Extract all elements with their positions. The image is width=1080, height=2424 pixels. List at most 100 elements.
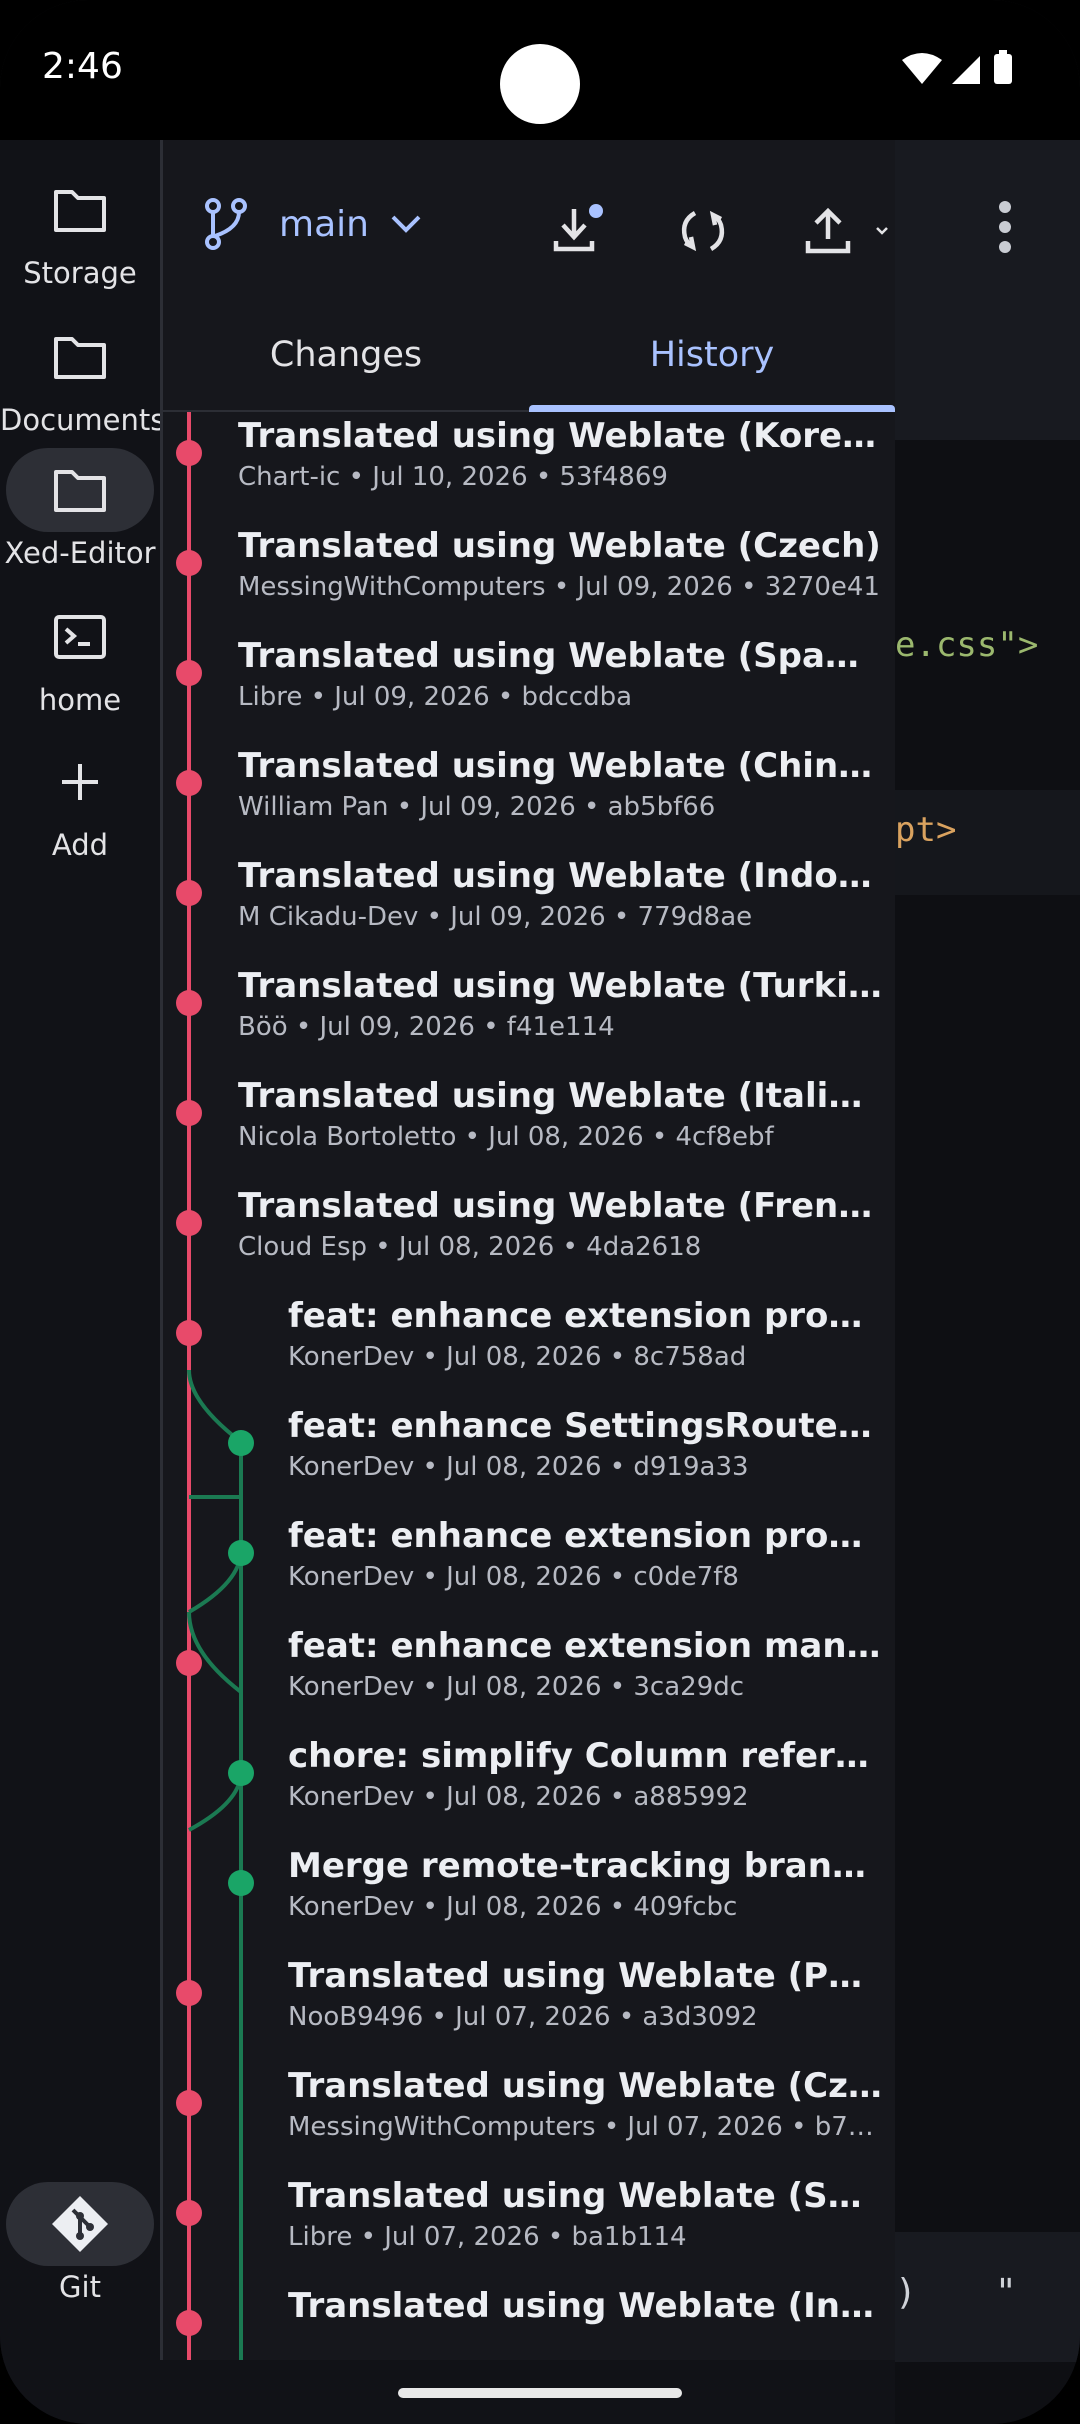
extra-key[interactable]: ) — [895, 2272, 917, 2313]
commit-row[interactable]: feat: enhance extension managem... KonerD… — [288, 1626, 883, 1736]
commit-node — [176, 2200, 202, 2226]
rail-item-home[interactable]: home — [0, 595, 160, 717]
push-button[interactable] — [793, 196, 863, 266]
commit-title: feat: enhance extension progress U... — [288, 1296, 883, 1336]
rail-item-git[interactable]: Git — [0, 2182, 160, 2304]
chevron-down-icon — [876, 227, 888, 235]
commit-title: Translated using Weblate (Spanish) — [238, 636, 883, 676]
commit-node — [176, 990, 202, 1016]
git-icon — [6, 2182, 154, 2266]
code-line: pt> — [895, 810, 956, 850]
rail-item-storage[interactable]: Storage — [0, 168, 160, 290]
download-icon — [553, 204, 603, 252]
commit-node — [176, 1210, 202, 1236]
rail-label: Xed-Editor — [4, 536, 156, 570]
commit-row[interactable]: Translated using Weblate (Indonesi... — [288, 2286, 883, 2360]
commit-node — [228, 1430, 254, 1456]
graph-merge-curve — [187, 1611, 243, 1694]
commit-node — [176, 2090, 202, 2116]
commit-title: Merge remote-tracking branch 'up... — [288, 1846, 883, 1886]
extra-key[interactable]: " — [995, 2272, 1017, 2313]
rail-label: Storage — [23, 256, 137, 290]
commit-row[interactable]: Translated using Weblate (Polish) NooB949… — [288, 1956, 883, 2066]
rail-item-add[interactable]: Add — [0, 740, 160, 862]
commit-node — [176, 660, 202, 686]
commit-row[interactable]: Translated using Weblate (Turkish) Böö • … — [238, 966, 883, 1076]
commit-meta: M Cikadu-Dev • Jul 09, 2026 • 779d8ae — [238, 902, 753, 932]
commit-node — [176, 550, 202, 576]
commit-meta: Chart-ic • Jul 10, 2026 • 53f4869 — [238, 462, 668, 492]
home-indicator[interactable] — [398, 2388, 682, 2398]
commit-title: Translated using Weblate (Czech) — [238, 526, 881, 566]
rail-label: Git — [59, 2270, 101, 2304]
commit-node — [176, 1650, 202, 1676]
commit-meta: KonerDev • Jul 08, 2026 • 409fcbc — [288, 1892, 738, 1922]
commit-row[interactable]: Translated using Weblate (Korean) Chart-i… — [238, 416, 883, 526]
commit-title: Translated using Weblate (Turkish) — [238, 966, 883, 1006]
commit-node — [176, 1320, 202, 1346]
commit-row[interactable]: feat: enhance SettingsRoute to sup... Kon… — [288, 1406, 883, 1516]
commit-meta: Cloud Esp • Jul 08, 2026 • 4da2618 — [238, 1232, 702, 1262]
graph-merge-curve — [187, 1369, 243, 1444]
commit-node — [176, 1980, 202, 2006]
commit-node — [176, 770, 202, 796]
more-actions-button[interactable] — [869, 196, 895, 266]
commit-title: Translated using Weblate (French) — [238, 1186, 883, 1226]
upload-icon — [805, 207, 851, 254]
folder-icon — [6, 448, 154, 532]
commit-node — [176, 1100, 202, 1126]
commit-title: Translated using Weblate (Indonesi... — [288, 2286, 883, 2326]
commit-node — [176, 880, 202, 906]
rail-label: home — [38, 683, 122, 717]
commit-meta: Libre • Jul 09, 2026 • bdccdba — [238, 682, 633, 712]
commit-node — [228, 1540, 254, 1566]
commit-meta: KonerDev • Jul 08, 2026 • a885992 — [288, 1782, 749, 1812]
commit-row[interactable]: chore: simplify Column reference in... Ko… — [288, 1736, 883, 1846]
commit-title: Translated using Weblate (Spanish) — [288, 2176, 883, 2216]
commit-meta: Libre • Jul 07, 2026 • ba1b114 — [288, 2222, 687, 2252]
commit-title: chore: simplify Column reference in... — [288, 1736, 883, 1776]
commit-meta: KonerDev • Jul 08, 2026 • c0de7f8 — [288, 1562, 739, 1592]
commit-title: feat: enhance SettingsRoute to sup... — [288, 1406, 883, 1446]
commit-row[interactable]: Translated using Weblate (Italian) Nicola… — [238, 1076, 883, 1186]
rail-item-documents[interactable]: Documents — [0, 315, 165, 437]
commit-title: Translated using Weblate (Italian) — [238, 1076, 883, 1116]
terminal-icon — [6, 595, 154, 679]
commit-row[interactable]: feat: enhance extension progress U... Kon… — [288, 1516, 883, 1626]
rail-item-xed-editor[interactable]: Xed-Editor — [0, 448, 160, 570]
commit-row[interactable]: Translated using Weblate (Spanish) Libre … — [238, 636, 883, 746]
commit-row[interactable]: Translated using Weblate (Czech) MessingW… — [238, 526, 883, 636]
commit-row[interactable]: Translated using Weblate (Czech) MessingW… — [288, 2066, 883, 2176]
commit-title: Translated using Weblate (Chinese (Si... — [238, 746, 883, 786]
tab-history[interactable]: History — [529, 310, 895, 410]
editor-extra-keys: ) " — [895, 2232, 1080, 2362]
commit-row[interactable]: Merge remote-tracking branch 'up... Koner… — [288, 1846, 883, 1956]
commit-node — [228, 1870, 254, 1896]
sync-icon — [681, 210, 725, 252]
editor-overflow-dot — [999, 201, 1011, 213]
commit-row[interactable]: Translated using Weblate (Indonesian) M C… — [238, 856, 883, 966]
commit-row[interactable]: Translated using Weblate (Spanish) Libre … — [288, 2176, 883, 2286]
sync-button[interactable] — [668, 196, 738, 266]
editor-overflow-dot — [999, 241, 1011, 253]
commit-title: Translated using Weblate (Polish) — [288, 1956, 883, 1996]
code-line: e.css"> — [895, 625, 1038, 665]
branch-selector[interactable]: main — [203, 196, 423, 252]
commit-row[interactable]: Translated using Weblate (French) Cloud E… — [238, 1186, 883, 1296]
pull-button[interactable] — [543, 196, 613, 266]
tab-changes[interactable]: Changes — [163, 310, 529, 410]
commit-row[interactable]: feat: enhance extension progress U... Kon… — [288, 1296, 883, 1406]
commit-node — [176, 2310, 202, 2336]
navigation-rail: Storage Documents Xed-Editor home Add Gi… — [0, 140, 165, 2420]
plus-icon — [6, 740, 154, 824]
commit-row[interactable]: Translated using Weblate (Chinese (Si...… — [238, 746, 883, 856]
commit-title: Translated using Weblate (Korean) — [238, 416, 883, 456]
commit-meta: NooB9496 • Jul 07, 2026 • a3d3092 — [288, 2002, 758, 2032]
branch-icon — [205, 198, 247, 250]
commit-history-list: Translated using Weblate (Korean) Chart-i… — [163, 412, 895, 2360]
commit-title: Translated using Weblate (Czech) — [288, 2066, 883, 2106]
commit-meta: MessingWithComputers • Jul 09, 2026 • 32… — [238, 572, 880, 602]
git-toolbar: main — [163, 140, 895, 310]
commit-title: Translated using Weblate (Indonesian) — [238, 856, 883, 896]
tab-indicator — [529, 405, 895, 412]
